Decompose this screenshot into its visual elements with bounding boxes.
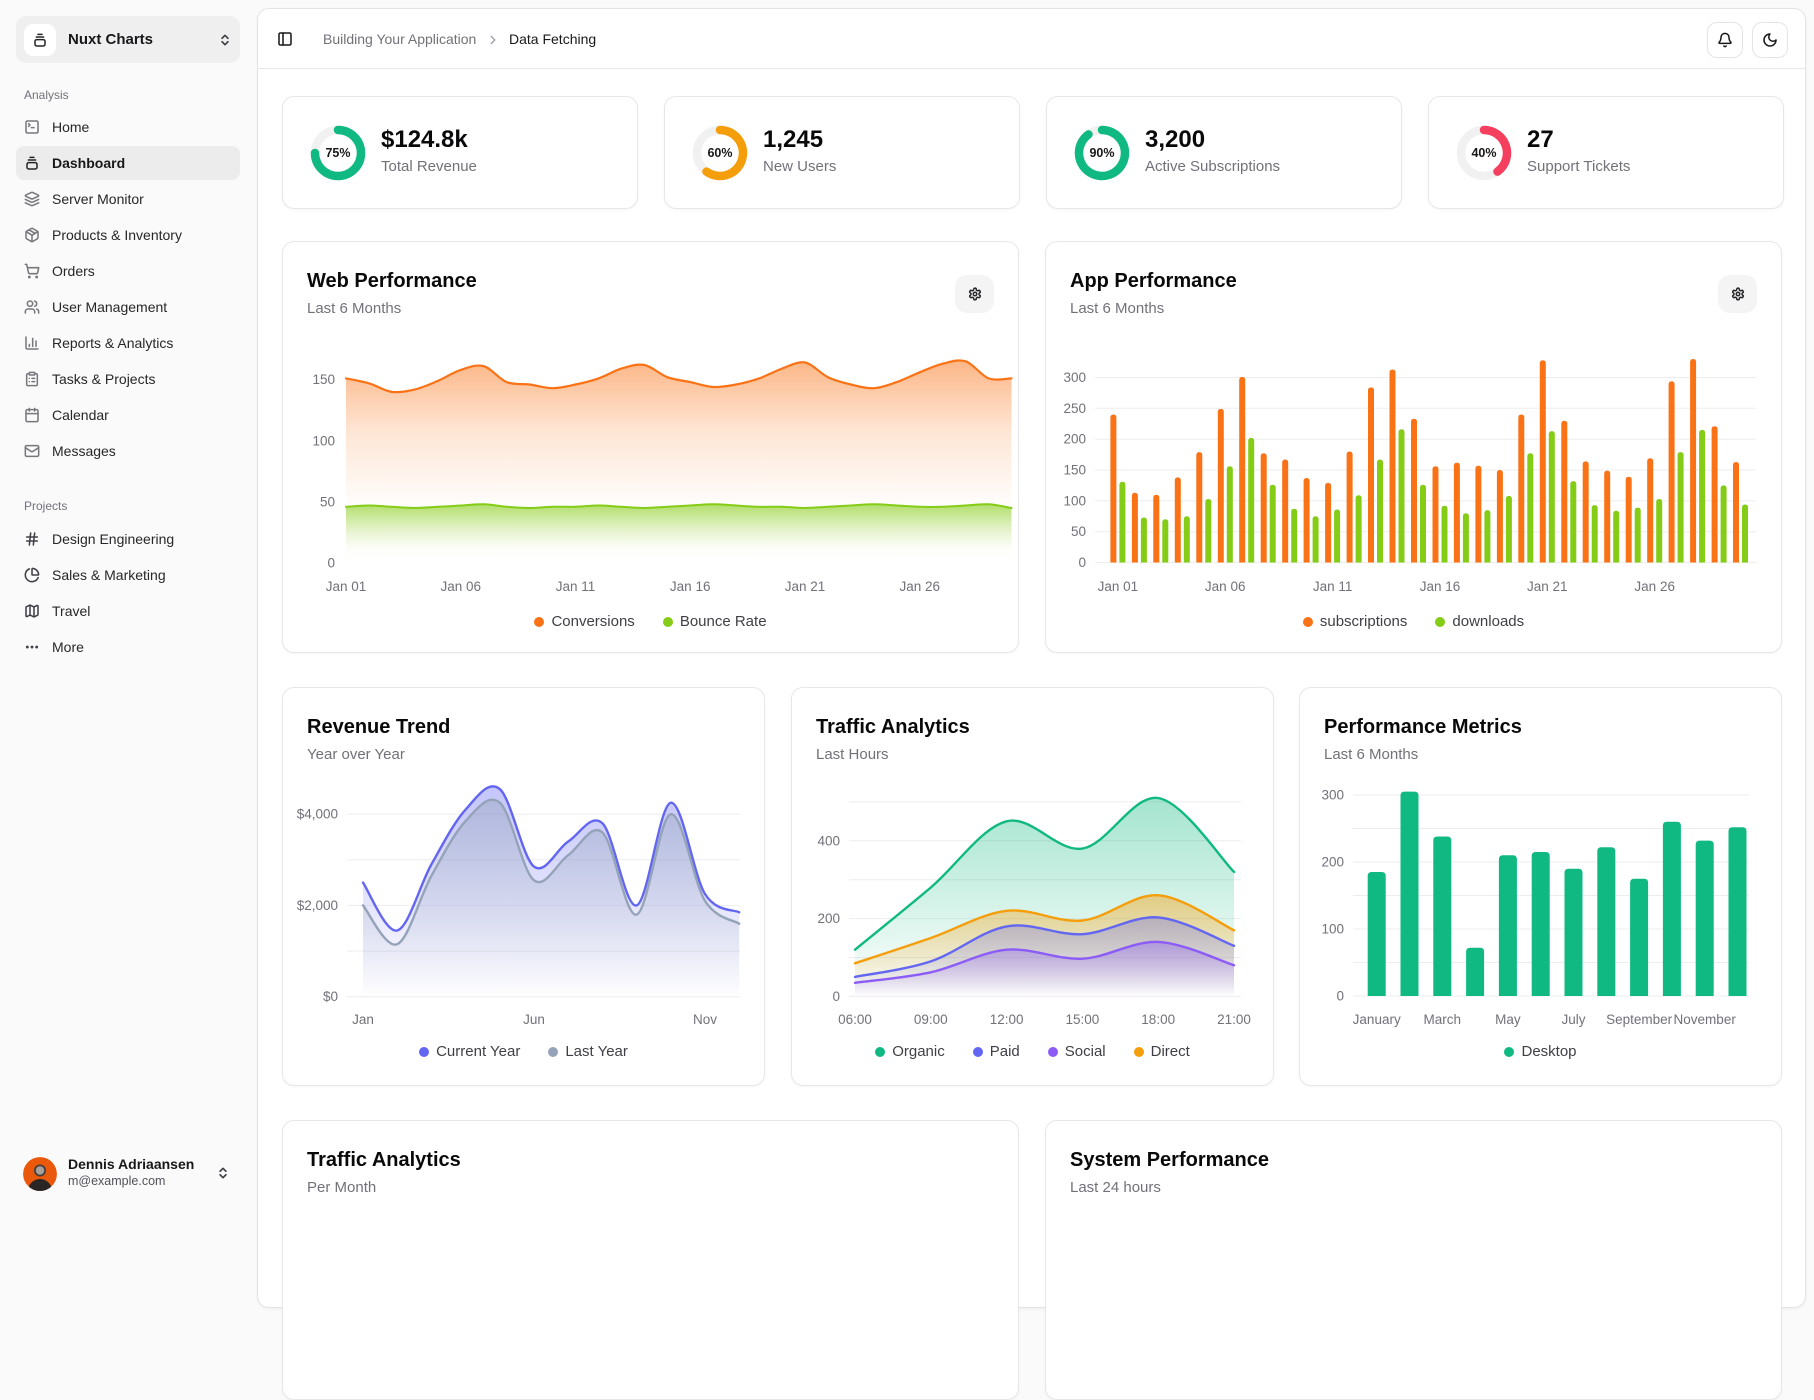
svg-text:Jan 11: Jan 11 [1313,579,1353,594]
svg-text:300: 300 [1321,788,1344,803]
svg-text:0: 0 [327,556,335,571]
svg-text:100: 100 [1321,922,1344,937]
svg-text:400: 400 [817,833,840,848]
svg-text:300: 300 [1063,370,1086,385]
svg-text:21:00: 21:00 [1217,1012,1251,1027]
svg-text:50: 50 [1071,524,1086,539]
svg-text:12:00: 12:00 [990,1012,1024,1027]
svg-text:$2,000: $2,000 [297,898,338,913]
svg-text:Jan 16: Jan 16 [1420,579,1461,594]
svg-text:06:00: 06:00 [838,1012,872,1027]
svg-text:250: 250 [1063,401,1086,416]
svg-text:150: 150 [312,372,335,387]
svg-text:Jan 01: Jan 01 [326,579,367,594]
svg-text:Jan: Jan [352,1012,374,1027]
svg-text:09:00: 09:00 [914,1012,948,1027]
svg-text:100: 100 [1063,493,1086,508]
svg-text:100: 100 [312,433,335,448]
svg-text:Jan 26: Jan 26 [1634,579,1675,594]
svg-text:Jun: Jun [523,1012,545,1027]
svg-text:January: January [1353,1012,1401,1027]
svg-text:September: September [1606,1012,1673,1027]
svg-text:200: 200 [1321,855,1344,870]
svg-text:200: 200 [817,911,840,926]
svg-text:$4,000: $4,000 [297,807,338,822]
svg-text:Nov: Nov [693,1012,717,1027]
svg-text:$0: $0 [323,989,338,1004]
svg-text:Jan 06: Jan 06 [441,579,482,594]
svg-text:Jan 21: Jan 21 [785,579,826,594]
svg-text:Jan 11: Jan 11 [556,579,596,594]
svg-text:0: 0 [832,989,840,1004]
svg-text:Jan 21: Jan 21 [1527,579,1568,594]
svg-text:15:00: 15:00 [1066,1012,1100,1027]
svg-text:200: 200 [1063,432,1086,447]
svg-text:50: 50 [320,494,335,509]
svg-text:0: 0 [1336,989,1344,1004]
svg-text:Jan 06: Jan 06 [1205,579,1246,594]
svg-text:18:00: 18:00 [1141,1012,1175,1027]
svg-text:July: July [1561,1012,1585,1027]
svg-text:November: November [1674,1012,1737,1027]
svg-text:Jan 26: Jan 26 [900,579,941,594]
svg-text:Jan 16: Jan 16 [670,579,711,594]
svg-text:March: March [1424,1012,1462,1027]
svg-text:May: May [1495,1012,1521,1027]
svg-text:150: 150 [1063,463,1086,478]
svg-text:0: 0 [1078,555,1086,570]
svg-text:Jan 01: Jan 01 [1098,579,1139,594]
